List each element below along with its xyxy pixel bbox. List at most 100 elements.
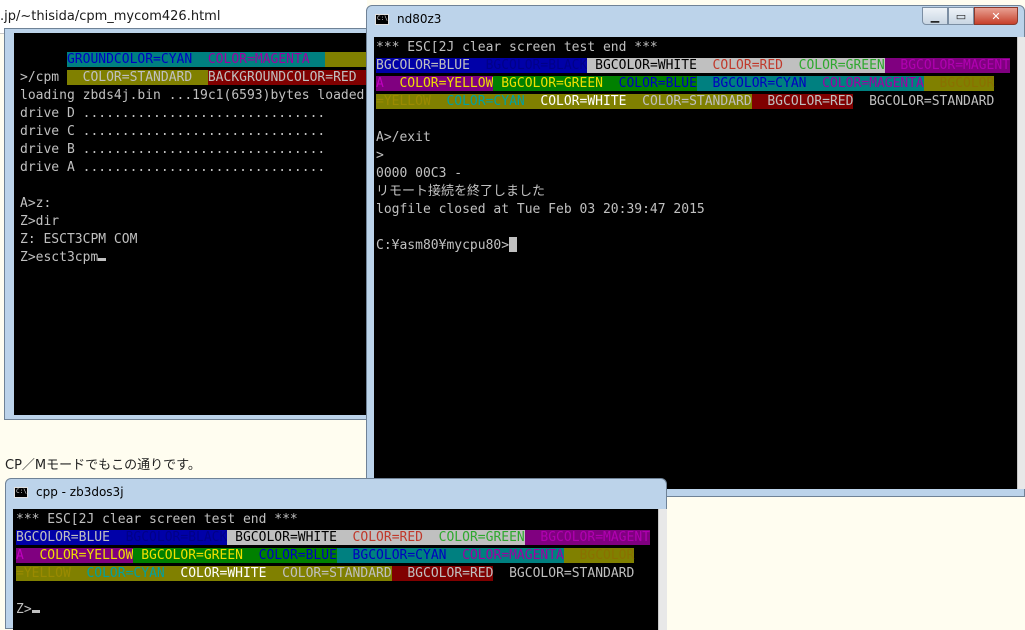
console-output: *** ESC[2J clear screen test end *** BGC… (374, 37, 1017, 489)
console-line: Z: ESCT3CPM COM (20, 232, 138, 247)
console-line: 0000 00C3 - (376, 166, 463, 181)
console-line: drive B ............................... (20, 142, 326, 157)
console-prompt: Z> (16, 602, 32, 617)
color-segment-bg-magenta: BGCOLOR=MAGENT (884, 58, 1010, 73)
console-line: A>z: (20, 196, 52, 211)
console-line: drive D ............................... (20, 106, 326, 121)
color-segment-bg-white: BGCOLOR=WHITE (587, 58, 697, 73)
page-caption: CP／Mモードでもこの通りです。 (5, 458, 201, 473)
console-segment: BACKGROUNDCOLOR=RED (207, 70, 371, 85)
color-segment-bg-green: BGCOLOR=GREEN (493, 76, 603, 91)
console-color-row: BGCOLOR=BLUE BGCOLOR=BLACK BGCOLOR=WHITE… (376, 57, 1017, 75)
console-output: GROUNDCOLOR=CYAN COLOR=MAGENTA BACKGROUN… (14, 33, 371, 415)
text-cursor (98, 258, 107, 261)
console-line: loading zbds4j.bin ...19c1(6593)bytes lo… (20, 88, 365, 103)
window-controls: ▁ ▭ ✕ (922, 7, 1018, 25)
console-line: A>/exit (376, 130, 431, 145)
color-segment-fg-red: COLOR=RED (336, 530, 423, 545)
close-icon: ✕ (991, 9, 1001, 23)
console-prompt: Z>esct3cpm (20, 250, 99, 265)
close-button[interactable]: ✕ (974, 7, 1018, 25)
vertical-scrollbar[interactable] (1017, 37, 1025, 489)
color-segment-fg-standard: COLOR=STANDARD (626, 94, 752, 109)
color-segment: A (16, 548, 24, 563)
color-segment-bg-standard: BGCOLOR=STANDARD (853, 94, 995, 109)
color-segment-fg-white: COLOR=WHITE (524, 94, 627, 109)
text-cursor (31, 610, 40, 613)
console-segment: GROUNDCOLOR=CYAN (66, 52, 208, 67)
window-title: cpp - zb3dos3j (36, 485, 124, 499)
console-line: drive A ............................... (20, 160, 326, 175)
window-title: nd80z3 (397, 12, 442, 26)
color-segment: =YELLOW (376, 94, 431, 109)
console-prompt: C:¥asm80¥mycpu80> (376, 238, 510, 253)
vertical-scrollbar[interactable] (658, 509, 667, 630)
console-segment: COLOR=MAGENTA (207, 52, 326, 67)
color-segment-bg-yellow: BGCOLOR (923, 76, 995, 91)
color-segment-fg-yellow: COLOR=YELLOW (23, 548, 134, 563)
color-segment-bg-standard: BGCOLOR=STANDARD (493, 566, 635, 581)
console-line: GROUNDCOLOR=CYAN COLOR=MAGENTA BACKGROUN… (20, 33, 371, 67)
console-line: リモート接続を終了しました (376, 184, 546, 199)
window-titlebar[interactable]: nd80z3 ▁ ▭ ✕ (367, 6, 1024, 34)
color-segment-fg-magenta: COLOR=MAGENTA (446, 548, 564, 563)
color-segment-fg-green: COLOR=GREEN (783, 58, 885, 73)
console-line: Z>dir (20, 214, 60, 229)
console-line: > (376, 148, 384, 163)
color-segment-bg-red: BGCOLOR=RED (751, 94, 854, 109)
color-segment-fg-green: COLOR=GREEN (423, 530, 525, 545)
color-segment-fg-magenta: COLOR=MAGENTA (806, 76, 924, 91)
console-segment: BACKGROUND (325, 52, 371, 67)
color-segment-bg-black: BGCOLOR=BLACK (469, 58, 588, 73)
color-segment-bg-cyan: BGCOLOR=CYAN (696, 76, 807, 91)
console-output: *** ESC[2J clear screen test end *** BGC… (13, 509, 658, 630)
console-icon (14, 487, 28, 498)
color-segment-bg-green: BGCOLOR=GREEN (133, 548, 243, 563)
color-segment-bg-yellow: BGCOLOR (563, 548, 635, 563)
console-line: logfile closed at Tue Feb 03 20:39:47 20… (376, 202, 705, 217)
color-segment-fg-red: COLOR=RED (696, 58, 783, 73)
color-segment-bg-magenta: BGCOLOR=MAGENT (524, 530, 650, 545)
console-window-nd80z3[interactable]: nd80z3 ▁ ▭ ✕ *** ESC[2J clear screen tes… (366, 5, 1025, 497)
color-segment-fg-white: COLOR=WHITE (164, 566, 267, 581)
color-segment-fg-cyan: COLOR=CYAN (70, 566, 165, 581)
color-segment-fg-standard: COLOR=STANDARD (266, 566, 392, 581)
color-segment-fg-cyan: COLOR=CYAN (430, 94, 525, 109)
console-window-zb3dos3j[interactable]: cpp - zb3dos3j *** ESC[2J clear screen t… (5, 478, 667, 630)
color-segment-bg-red: BGCOLOR=RED (391, 566, 494, 581)
color-segment-bg-cyan: BGCOLOR=CYAN (336, 548, 447, 563)
console-color-row: A COLOR=YELLOW BGCOLOR=GREEN COLOR=BLUE … (16, 547, 658, 565)
color-segment-fg-blue: COLOR=BLUE (602, 76, 697, 91)
console-line: *** ESC[2J clear screen test end *** (376, 39, 1017, 57)
console-line: Z> (16, 601, 658, 619)
minimize-icon: ▁ (930, 9, 940, 23)
url-text: .jp/~thisida/cpm_mycom426.html (0, 9, 221, 24)
color-segment-bg-white: BGCOLOR=WHITE (227, 530, 337, 545)
color-segment-bg-black: BGCOLOR=BLACK (109, 530, 228, 545)
console-color-row: BGCOLOR=BLUE BGCOLOR=BLACK BGCOLOR=WHITE… (16, 529, 658, 547)
console-line: drive C ............................... (20, 124, 326, 139)
console-color-row: =YELLOW COLOR=CYAN COLOR=WHITE COLOR=STA… (376, 93, 1017, 111)
maximize-button[interactable]: ▭ (948, 7, 974, 25)
console-icon (375, 14, 389, 25)
console-window-background[interactable]: GROUNDCOLOR=CYAN COLOR=MAGENTA BACKGROUN… (4, 28, 371, 420)
color-segment-fg-blue: COLOR=BLUE (242, 548, 337, 563)
window-titlebar[interactable]: cpp - zb3dos3j (6, 479, 666, 507)
color-segment-bg-blue: BGCOLOR=BLUE (16, 530, 110, 545)
console-color-row: =YELLOW COLOR=CYAN COLOR=WHITE COLOR=STA… (16, 565, 658, 583)
minimize-button[interactable]: ▁ (922, 7, 948, 25)
text-cursor (509, 237, 518, 252)
color-segment-bg-blue: BGCOLOR=BLUE (376, 58, 470, 73)
maximize-icon: ▭ (955, 9, 967, 23)
color-segment-fg-yellow: COLOR=YELLOW (383, 76, 494, 91)
console-segment: COLOR=STANDARD (66, 70, 208, 85)
console-line: C:¥asm80¥mycpu80> (376, 237, 1017, 255)
console-line: *** ESC[2J clear screen test end *** (16, 511, 658, 529)
console-line: Z>esct3cpm (20, 249, 371, 267)
console-color-row: A COLOR=YELLOW BGCOLOR=GREEN COLOR=BLUE … (376, 75, 1017, 93)
color-segment: A (376, 76, 384, 91)
